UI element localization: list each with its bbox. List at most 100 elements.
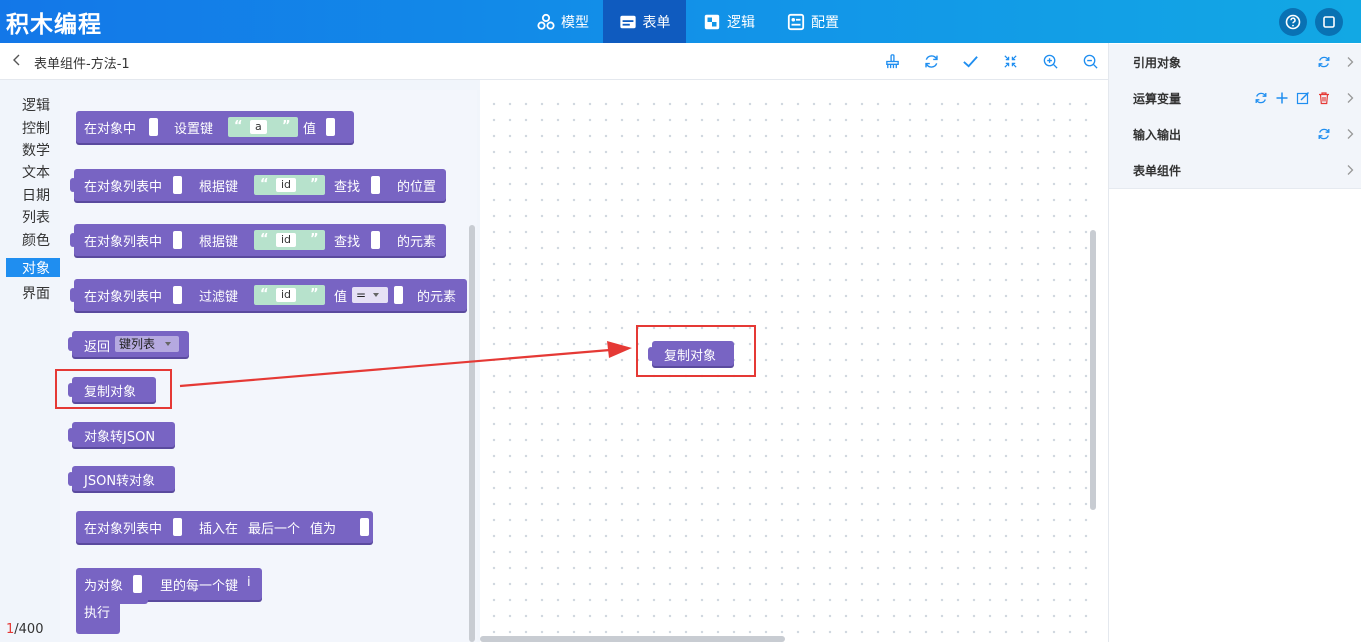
zoom-out-button[interactable] (1081, 52, 1099, 70)
string-input[interactable]: “ id ” (254, 175, 325, 195)
output-tab (70, 178, 76, 192)
window-button[interactable] (1315, 8, 1343, 36)
refresh-icon (924, 54, 938, 68)
block-text: JSON转对象 (84, 474, 156, 489)
form-icon (619, 15, 636, 28)
plus-icon[interactable] (1275, 91, 1289, 105)
flyout-scrollbar[interactable] (469, 225, 475, 642)
category-text[interactable]: 文本 (22, 162, 50, 182)
category-list[interactable]: 列表 (22, 207, 50, 227)
input-slot (173, 176, 182, 194)
block-text: 过滤键 (199, 290, 239, 305)
refresh-icon[interactable] (1254, 91, 1268, 105)
zoom-in-button[interactable] (1041, 52, 1059, 70)
right-panel: 引用对象 运算变量 输入输出 表单组件 (1108, 43, 1361, 642)
operator-value: = (356, 288, 367, 302)
tab-logic[interactable]: 逻辑 (690, 0, 768, 43)
input-slot (133, 575, 142, 593)
category-logic[interactable]: 逻辑 (22, 95, 50, 115)
block-text: 插入在 (199, 522, 239, 537)
block-text: 里的每一个键 (160, 579, 239, 594)
block-text: 在对象列表中 (84, 290, 163, 305)
block-insert-into-list[interactable]: 在对象列表中 插入在 最后一个 值为 (76, 511, 373, 543)
block-text: 根据键 (199, 235, 239, 250)
refresh-icon[interactable] (1317, 55, 1331, 69)
check-button[interactable] (961, 52, 979, 70)
string-input[interactable]: “ id ” (254, 285, 325, 305)
highlight-box-source (55, 369, 172, 409)
cluster-icon (537, 13, 555, 30)
loop-variable[interactable]: i (247, 575, 251, 590)
quote-open: “ (260, 287, 269, 302)
category-math[interactable]: 数学 (22, 140, 50, 160)
block-find-element[interactable]: 在对象列表中 根据键 “ id ” 查找 的元素 (70, 224, 446, 256)
breadcrumb: 表单组件-方法-1 (34, 57, 130, 72)
category-ui[interactable]: 界面 (22, 283, 50, 303)
block-text: 根据键 (199, 180, 239, 195)
chevron-right-icon[interactable] (1345, 128, 1355, 140)
block-text: 返回 (84, 340, 111, 355)
input-slot (371, 231, 380, 249)
panel-row-label: 引用对象 (1133, 56, 1182, 70)
refresh-icon[interactable] (1317, 127, 1331, 141)
block-text: 查找 (334, 180, 361, 195)
tab-config[interactable]: 配置 (774, 0, 852, 43)
panel-row-referenced-objects[interactable]: 引用对象 (1109, 44, 1361, 81)
help-button[interactable] (1279, 8, 1307, 36)
block-text: 在对象列表中 (84, 522, 163, 537)
input-slot (360, 518, 369, 536)
chevron-left-icon[interactable] (10, 53, 24, 67)
tab-model[interactable]: 模型 (524, 0, 602, 43)
block-object-to-json[interactable]: 对象转JSON (68, 422, 175, 447)
block-find-index[interactable]: 在对象列表中 根据键 “ id ” 查找 的位置 (70, 169, 446, 201)
collapse-button[interactable] (1001, 52, 1019, 70)
workspace-canvas[interactable] (480, 90, 1100, 642)
clean-button[interactable] (883, 52, 901, 70)
block-return-keys[interactable]: 返回 键列表 (68, 331, 189, 357)
block-text: 的元素 (397, 235, 437, 250)
panel-row-operation-variables[interactable]: 运算变量 (1109, 80, 1361, 117)
block-text: 值为 (310, 522, 337, 537)
string-value[interactable]: id (276, 178, 297, 192)
block-text: 在对象中 (84, 122, 137, 137)
panel-row-form-components[interactable]: 表单组件 (1109, 152, 1361, 189)
category-date[interactable]: 日期 (22, 185, 50, 205)
block-for-each-body: 执行 (76, 598, 120, 634)
block-for-each-key[interactable]: 为对象 里的每一个键 i (76, 568, 262, 600)
output-tab (70, 233, 76, 247)
category-color[interactable]: 颜色 (22, 230, 50, 250)
quote-open: “ (234, 119, 243, 134)
canvas-vertical-scrollbar[interactable] (1090, 230, 1096, 510)
dropdown-arrow-icon (373, 293, 379, 297)
panel-row-label: 表单组件 (1133, 164, 1182, 178)
block-text: 在对象列表中 (84, 180, 163, 195)
dropdown-arrow-icon (165, 342, 171, 346)
input-slot (149, 118, 158, 136)
block-json-to-object[interactable]: JSON转对象 (68, 466, 175, 491)
block-filter-elements[interactable]: 在对象列表中 过滤键 “ id ” 值 = 的元素 (70, 279, 467, 311)
string-value[interactable]: id (276, 288, 297, 302)
chevron-right-icon[interactable] (1345, 164, 1355, 176)
quote-close: ” (310, 232, 319, 247)
check-icon (962, 55, 978, 68)
panel-row-input-output[interactable]: 输入输出 (1109, 116, 1361, 153)
string-input[interactable]: “ id ” (254, 230, 325, 250)
chevron-right-icon[interactable] (1345, 92, 1355, 104)
edit-icon[interactable] (1296, 91, 1310, 105)
operator-dropdown[interactable]: = (352, 287, 388, 303)
delete-icon[interactable] (1317, 91, 1331, 105)
block-set-key[interactable]: 在对象中 设置键 “ a ” 值 (76, 111, 354, 143)
keys-dropdown[interactable]: 键列表 (115, 336, 179, 352)
string-value[interactable]: id (276, 233, 297, 247)
chevron-right-icon[interactable] (1345, 56, 1355, 68)
string-value[interactable]: a (250, 120, 267, 134)
quote-close: ” (310, 287, 319, 302)
canvas-horizontal-scrollbar[interactable] (480, 636, 785, 642)
tab-form[interactable]: 表单 (603, 0, 686, 43)
sub-bar: 表单组件-方法-1 (0, 43, 1108, 80)
string-input[interactable]: “ a ” (228, 117, 298, 137)
refresh-button[interactable] (922, 52, 940, 70)
category-control[interactable]: 控制 (22, 118, 50, 138)
category-object[interactable]: 对象 (6, 258, 60, 277)
window-icon (1323, 16, 1335, 28)
